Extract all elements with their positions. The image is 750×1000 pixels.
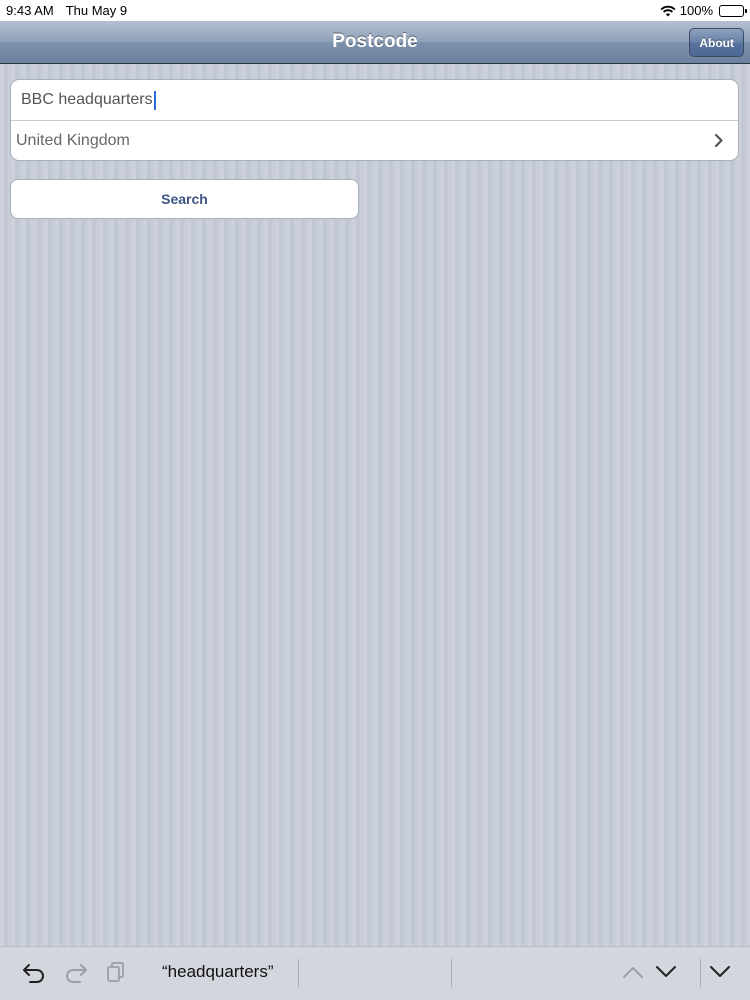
divider [451,959,452,987]
search-row[interactable]: BBC headquarters [11,80,738,120]
chevron-up-icon[interactable] [621,964,645,980]
battery-percent: 100% [679,3,713,18]
navigation-bar: Postcode About [0,21,750,64]
battery-icon [719,4,747,17]
country-selector[interactable]: United Kingdom [11,120,738,160]
search-button[interactable]: Search [10,179,359,219]
redo-icon[interactable] [64,962,88,984]
status-bar: 9:43 AM Thu May 9 100% [0,0,750,21]
divider [700,959,701,987]
about-button[interactable]: About [689,28,744,57]
chevron-down-icon[interactable] [654,964,678,980]
chevron-right-icon [714,133,724,153]
undo-icon[interactable] [22,962,46,984]
search-form: BBC headquarters United Kingdom [10,79,739,161]
wifi-icon [660,5,676,17]
search-input-value: BBC headquarters [21,91,153,108]
dismiss-keyboard-icon[interactable] [708,964,732,980]
divider [298,959,299,987]
country-value: United Kingdom [16,131,130,149]
status-date: Thu May 9 [65,3,128,18]
paste-icon[interactable] [106,961,126,985]
page-title: Postcode [332,31,418,52]
status-indicators: 100% [660,3,747,18]
keyboard-shortcut-bar: “headquarters” [0,946,750,1000]
search-input[interactable]: BBC headquarters [11,80,738,120]
autocorrect-suggestion[interactable]: “headquarters” [162,962,274,982]
text-caret [153,90,156,110]
status-time: 9:43 AM [6,3,54,18]
